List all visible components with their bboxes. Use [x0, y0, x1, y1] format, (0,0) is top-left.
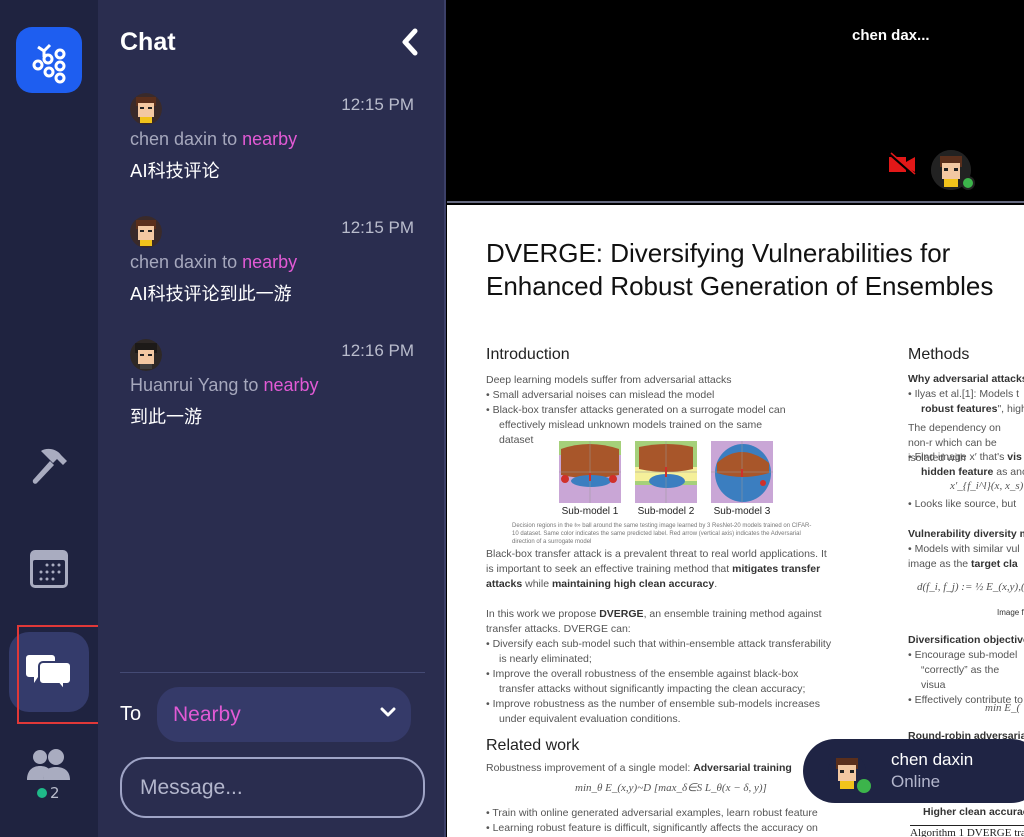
methods-equation-1: x′_{f_i^l}(x, x_s) = arg: [950, 480, 1024, 492]
to-word: to: [238, 375, 264, 395]
sender-name: chen daxin: [130, 129, 218, 149]
methods-section-1: Why adversarial attacks • Ilyas et al.[1…: [908, 373, 1024, 415]
document-title: DVERGE: Diversifying Vulnerabilities for…: [486, 237, 1024, 303]
message-target: nearby: [242, 129, 298, 149]
title-line-2: Enhanced Robust Generation of Ensembles: [486, 271, 994, 301]
video-participant-name: chen dax...: [852, 27, 930, 44]
intro-heading: Introduction: [486, 346, 570, 363]
left-rail: 2: [0, 0, 104, 837]
rail-item-chat[interactable]: [9, 632, 89, 712]
related-equation: min_θ E_(x,y)~D [max_δ∈S L_θ(x − δ, y)]: [575, 782, 767, 794]
methods-sub3: Diversification objective: [908, 634, 1024, 646]
to-label: To: [120, 703, 142, 725]
avatar[interactable]: [130, 216, 162, 248]
online-status-icon: [857, 779, 871, 793]
message-meta: chen daxin to nearby: [130, 252, 297, 273]
sender-name: Huanrui Yang: [130, 375, 239, 395]
presence-status: Online: [891, 772, 941, 791]
chevron-down-icon: [380, 707, 396, 717]
divider: [120, 672, 425, 673]
pixel-avatar-icon: [130, 93, 162, 125]
methods-sub2-bullet: • Models with similar vul image as the t…: [908, 543, 1020, 570]
intro-lead: Deep learning models suffer from adversa…: [486, 374, 732, 386]
presence-toast[interactable]: chen daxin Online: [803, 739, 1024, 803]
camera-off-icon[interactable]: [888, 152, 916, 176]
online-status-icon: [961, 176, 975, 190]
pixel-avatar-icon: [130, 339, 162, 371]
chevron-left-icon: [402, 28, 418, 56]
figure-label: Sub-model 1: [561, 506, 619, 517]
message-text: AI科技评论: [130, 161, 220, 182]
figure-caption: Decision regions in the ℓ∞ ball around t…: [512, 523, 812, 545]
users-icon[interactable]: [25, 748, 73, 784]
to-word: to: [217, 129, 243, 149]
intro-bullet: • Small adversarial noises can mislead t…: [486, 389, 715, 401]
chat-title: Chat: [120, 28, 176, 56]
recipient-dropdown[interactable]: Nearby: [157, 687, 411, 742]
video-area: chen dax...: [447, 0, 1024, 203]
contribution-bullet: • Improve the overall robustness of the …: [486, 668, 806, 695]
calendar-icon: [30, 550, 68, 588]
sender-name: chen daxin: [130, 252, 218, 272]
figure-label: Sub-model 3: [713, 506, 771, 517]
message-text: 到此一游: [130, 407, 202, 428]
online-count: 2: [37, 784, 60, 802]
figure-submodel-1: [559, 441, 621, 503]
message-target: nearby: [242, 252, 298, 272]
avatar[interactable]: [130, 93, 162, 125]
methods-find: • Find image x′ that's vis hidden featur…: [908, 451, 1024, 478]
related-lead: Robustness improvement of a single model…: [486, 762, 792, 774]
figure-submodel-2: [635, 441, 697, 503]
figure-submodel-3: [711, 441, 773, 503]
collapse-chat-button[interactable]: [396, 26, 424, 58]
algorithm-rule: [910, 825, 1024, 826]
related-bullets: • Train with online generated adversaria…: [486, 807, 818, 834]
online-indicator-icon: [37, 788, 47, 798]
message-time: 12:15 PM: [341, 95, 414, 114]
image-label: Image f: [997, 608, 1024, 617]
methods-heading: Methods: [908, 346, 970, 363]
chat-bubbles-icon: [26, 655, 72, 692]
methods-equation-3: min E_(: [985, 702, 1021, 714]
intro-paragraph-1: Black-box transfer attack is a prevalent…: [486, 548, 827, 590]
pixel-avatar-icon: [130, 216, 162, 248]
presence-name: chen daxin: [891, 750, 974, 769]
grapes-logo-icon: [32, 43, 66, 84]
contribution-bullet: • Diversify each sub-model such that wit…: [486, 638, 832, 665]
intro-text: Deep learning models suffer from adversa…: [486, 373, 856, 448]
intro-paragraph-2: In this work we propose DVERGE, an ensem…: [486, 607, 836, 727]
hammer-icon: [32, 448, 67, 484]
methods-looks: • Looks like source, but: [908, 498, 1017, 510]
app-logo[interactable]: [16, 27, 82, 93]
message-time: 12:16 PM: [341, 341, 414, 360]
rail-item-calendar[interactable]: [24, 544, 74, 594]
message-time: 12:15 PM: [341, 218, 414, 237]
title-line-1: DVERGE: Diversifying Vulnerabilities for: [486, 238, 951, 268]
recipient-value: Nearby: [173, 702, 241, 726]
message-text: AI科技评论到此一游: [130, 284, 292, 305]
message-meta: Huanrui Yang to nearby: [130, 375, 318, 396]
chat-panel: Chat 12:15 PM chen daxin to nearby AI科技评…: [98, 0, 446, 837]
to-word: to: [217, 252, 243, 272]
related-heading: Related work: [486, 737, 580, 754]
message-meta: chen daxin to nearby: [130, 129, 297, 150]
methods-sub2: Vulnerability diversity m: [908, 528, 1024, 540]
higher-accuracy: Higher clean accurac: [923, 806, 1024, 818]
avatar[interactable]: [130, 339, 162, 371]
figure-label: Sub-model 2: [637, 506, 695, 517]
methods-sub3-bullets: • Encourage sub-model “correctly” as the…: [908, 649, 1023, 706]
message-input[interactable]: [120, 757, 425, 818]
algorithm-title: Algorithm 1 DVERGE trai: [910, 827, 1024, 837]
rail-item-build[interactable]: [24, 440, 74, 490]
message-target: nearby: [263, 375, 319, 395]
methods-equation-2: d(f_i, f_j) := ½ E_(x,y),(x_s,: [917, 581, 1024, 593]
online-count-value: 2: [50, 784, 60, 802]
contribution-bullet: • Improve robustness as the number of en…: [486, 698, 821, 725]
